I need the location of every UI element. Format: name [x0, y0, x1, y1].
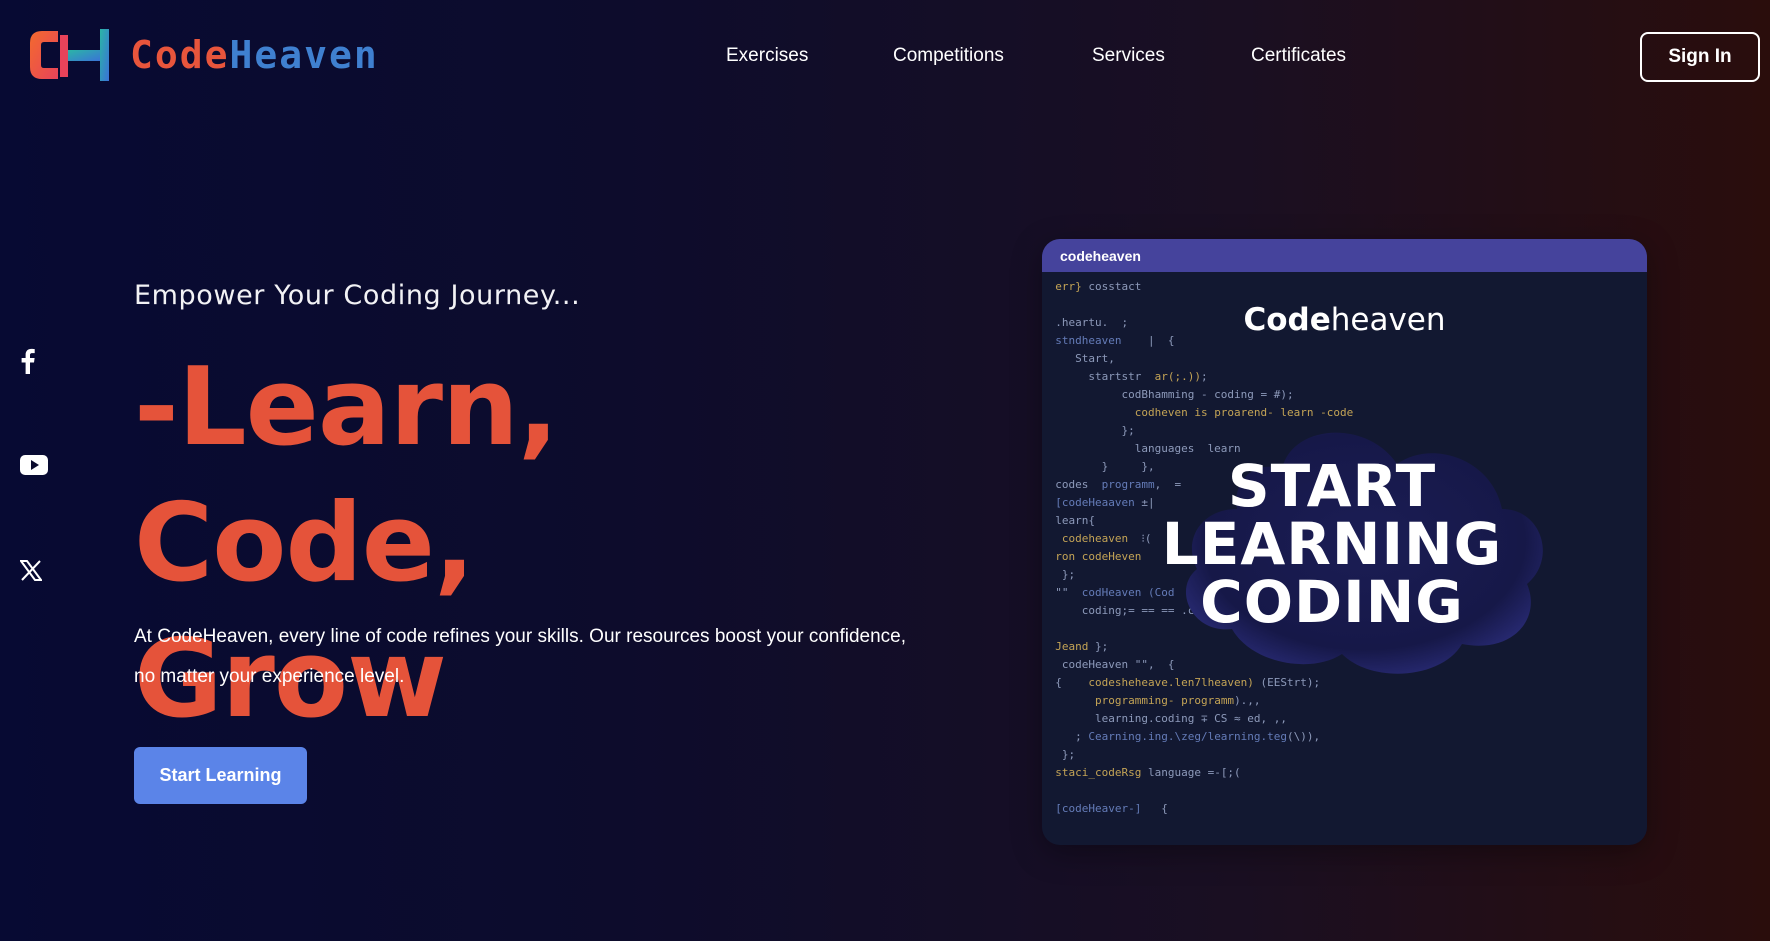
card-brand: Codeheaven [1042, 302, 1647, 338]
hero-image-card: codeheaven err} cosstact .heartu. ; stnd… [1042, 239, 1647, 845]
card-brand-bold: Code [1243, 302, 1331, 338]
main-nav: Exercises Competitions Services Certific… [0, 45, 1770, 75]
cloud-line-1: START [1227, 452, 1437, 520]
cloud-line-2: LEARNING [1161, 510, 1503, 578]
cloud-headline: START LEARNING CODING [1142, 457, 1522, 631]
card-brand-rest: heaven [1330, 302, 1446, 338]
facebook-icon[interactable] [20, 348, 36, 374]
nav-services[interactable]: Services [1092, 45, 1165, 67]
start-learning-button[interactable]: Start Learning [134, 747, 307, 804]
nav-exercises[interactable]: Exercises [726, 45, 808, 67]
sign-in-button[interactable]: Sign In [1640, 32, 1760, 82]
hero-headline-line1: -Learn, Code, [134, 345, 559, 606]
nav-certificates[interactable]: Certificates [1251, 45, 1346, 67]
x-icon[interactable] [20, 560, 42, 581]
cloud-line-3: CODING [1200, 568, 1464, 636]
hero-description: At CodeHeaven, every line of code refine… [134, 626, 906, 687]
hero-tagline: Empower Your Coding Journey... [134, 280, 581, 311]
youtube-icon[interactable] [20, 455, 48, 475]
card-title-bar: codeheaven [1042, 239, 1647, 272]
nav-competitions[interactable]: Competitions [893, 45, 1004, 67]
